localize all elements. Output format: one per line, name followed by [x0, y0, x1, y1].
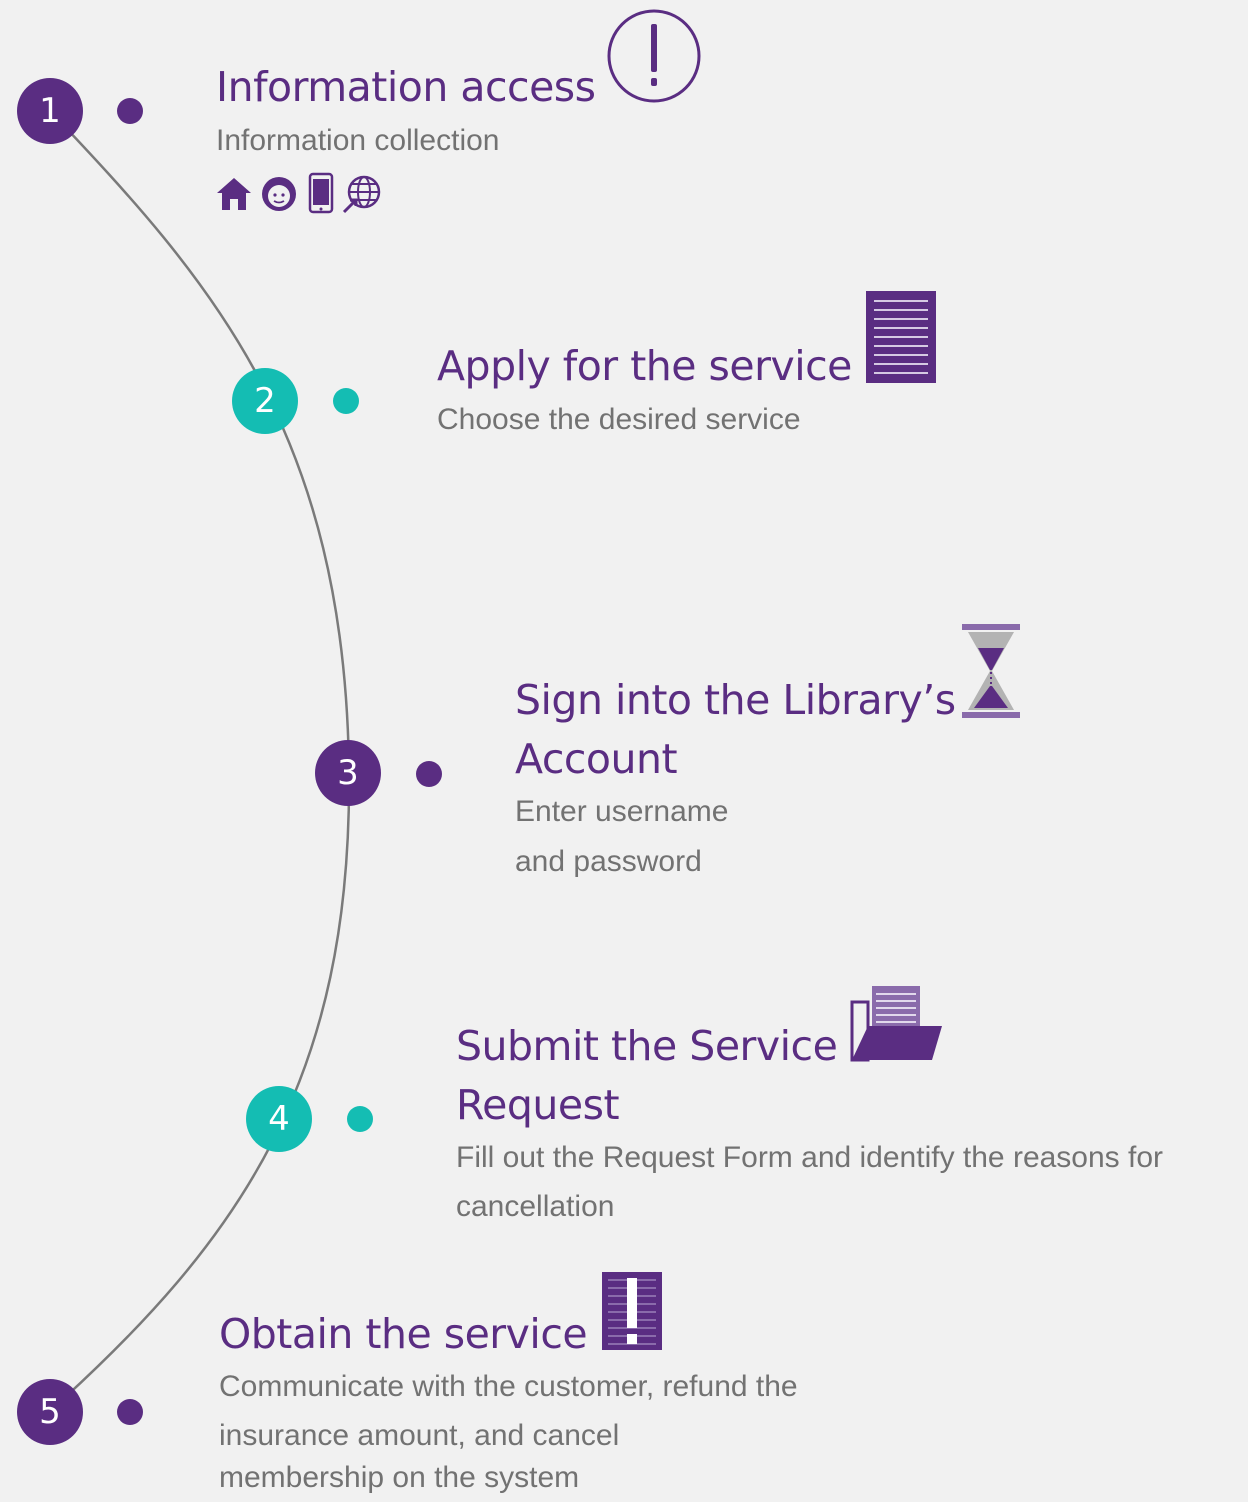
step-4-title-line-2: Request	[456, 1081, 620, 1129]
smartphone-icon	[308, 172, 334, 214]
step-4-description-line-2: cancellation	[456, 1190, 615, 1223]
step-3-title-line-1: Sign into the Library’s	[515, 676, 956, 724]
step-1-title: Information access	[216, 63, 596, 111]
document-exclamation-icon	[602, 1272, 662, 1350]
exclamation-circle-icon	[607, 9, 701, 103]
step-2-number: 2	[232, 368, 298, 434]
step-3-description-line-1: Enter username	[515, 795, 729, 828]
step-5-description-line-3: membership on the system	[219, 1461, 580, 1494]
step-5-number: 5	[17, 1379, 83, 1445]
step-4-number: 4	[246, 1086, 312, 1152]
document-lines-icon	[866, 291, 936, 383]
home-icon	[217, 178, 251, 210]
step-2-dot	[333, 388, 359, 414]
step-1-dot	[117, 98, 143, 124]
step-3-dot	[416, 761, 442, 787]
step-2-description: Choose the desired service	[437, 403, 801, 436]
globe-icon	[342, 175, 381, 214]
step-1-description: Information collection	[216, 124, 500, 157]
step-3-description-line-2: and password	[515, 845, 702, 878]
call-center-agent-icon	[262, 177, 296, 211]
open-folder-icon	[850, 986, 942, 1062]
step-5-title: Obtain the service	[219, 1310, 588, 1358]
step-2-title: Apply for the service	[437, 342, 852, 390]
step-5-dot	[117, 1399, 143, 1425]
hourglass-icon	[962, 624, 1020, 718]
step-4-dot	[347, 1106, 373, 1132]
step-5-description-line-1: Communicate with the customer, refund th…	[219, 1370, 798, 1403]
step-4-description-line-1: Fill out the Request Form and identify t…	[456, 1141, 1164, 1174]
step-3-title-line-2: Account	[515, 735, 678, 783]
step-4-title-line-1: Submit the Service	[456, 1022, 838, 1070]
step-1-number: 1	[17, 78, 83, 144]
step-3-number: 3	[315, 740, 381, 806]
